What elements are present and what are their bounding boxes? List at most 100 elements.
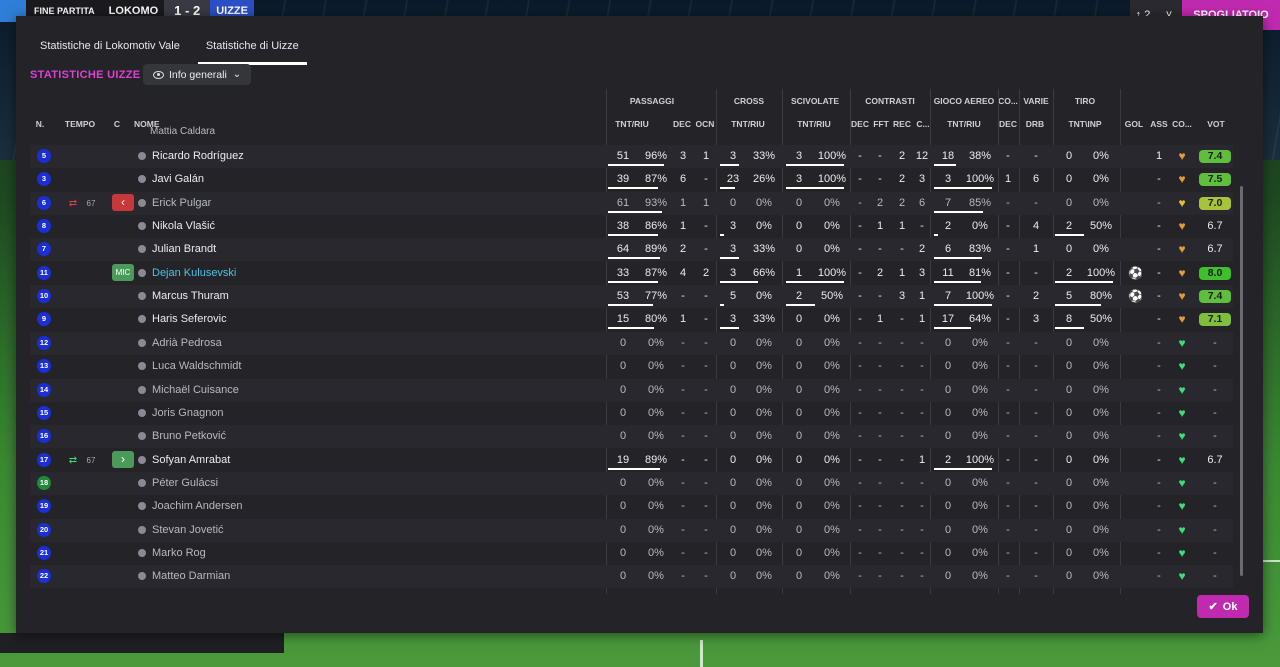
stat-ct: 0: [729, 523, 737, 536]
table-row[interactable]: 8 Nikola Vlašić 38 86% 1-3 0% 0 0% -1 1-2 0% -4 2 50%…: [30, 215, 1233, 238]
stat-cf: -: [878, 546, 882, 559]
player-name[interactable]: Javi Galán: [152, 168, 204, 191]
player-name[interactable]: Nikola Vlašić: [152, 215, 215, 238]
stat-cc: 1: [918, 290, 926, 303]
stat-ap: 0%: [972, 546, 988, 559]
column-header-ass[interactable]: ASS: [1149, 119, 1169, 129]
player-name[interactable]: Joris Gnagnon: [152, 402, 224, 425]
player-name[interactable]: Ricardo Rodríguez: [152, 145, 244, 168]
column-header-pass_dec[interactable]: DEC: [671, 119, 693, 129]
column-header-n[interactable]: N.: [30, 119, 50, 129]
success-bar: [934, 467, 992, 470]
stat-dr: -: [1034, 360, 1038, 373]
shirt-number: 21: [37, 545, 51, 560]
stat-pd: -: [681, 383, 685, 396]
column-header-con_dec[interactable]: DEC: [850, 119, 870, 129]
column-header-pass_ocn[interactable]: OCN: [694, 119, 716, 129]
stat-cf: -: [878, 150, 882, 162]
player-name[interactable]: Marko Rog: [152, 542, 206, 565]
player-name[interactable]: Stevan Jovetić: [152, 519, 224, 542]
stat-po: -: [704, 523, 708, 536]
stat-tt: 0: [1065, 150, 1073, 162]
stat-cf: -: [878, 383, 882, 396]
sub-in-icon[interactable]: ›: [112, 450, 134, 468]
player-name[interactable]: Adrià Pedrosa: [152, 332, 222, 355]
stat-dr: -: [1034, 430, 1038, 443]
stat-po: -: [704, 430, 708, 443]
group-header-5: CO...: [998, 96, 1018, 106]
success-bar: [786, 187, 844, 190]
table-scrollbar[interactable]: [1240, 186, 1243, 576]
table-row[interactable]: 5 Ricardo Rodríguez 51 96% 3 1 3 33% 3 100% - -2 12 1…: [30, 145, 1233, 168]
stat-tt: 0: [1065, 360, 1073, 373]
stat-po: 1: [702, 196, 710, 209]
team-tabs: Statistiche di Lokomotiv Vale Statistich…: [40, 38, 325, 65]
stat-pd: 6: [679, 173, 687, 186]
stat-tt: 0: [1065, 500, 1073, 513]
column-header-cross_tr[interactable]: TNT/RIU: [724, 119, 772, 129]
tab-uizze-stats[interactable]: Statistiche di Uizze: [197, 38, 307, 65]
stat-tp: 0%: [1093, 406, 1109, 419]
player-name[interactable]: Erick Pulgar: [152, 192, 211, 215]
table-row[interactable]: 9 Haris Seferovic 15 80% 1-3 33% 0 0% -1-1 17 64% -…: [30, 308, 1233, 331]
table-row[interactable]: 16 Bruno Petković 0 0% - - 0 0% 0 0% - - - - 0 0% - - 0 0% -…: [30, 425, 1233, 449]
player-name[interactable]: Bruno Petković: [152, 425, 226, 448]
sub-out-icon[interactable]: ‹: [112, 193, 134, 211]
column-header-sciv_tr[interactable]: TNT/RIU: [790, 119, 838, 129]
table-row[interactable]: 11 MIC Dejan Kulusevski 33 87% 4 2 3 66% 1 100% -2 1…: [30, 262, 1233, 285]
table-row[interactable]: 19 Joachim Andersen 0 0% - - 0 0% 0 0% - - - - 0 0% - - 0 0…: [30, 495, 1233, 518]
view-dropdown[interactable]: Info generali ⌄: [143, 64, 251, 85]
column-header-cond[interactable]: CO...: [1170, 119, 1194, 129]
stat-sp: 0%: [824, 220, 840, 233]
player-name[interactable]: Dejan Kulusevski: [152, 262, 236, 285]
column-header-c[interactable]: C: [110, 119, 124, 129]
table-row[interactable]: 3 Javi Galán 39 87% 6-23 26% 3 100% - -2 3 3 100% 1 6 0…: [30, 168, 1233, 191]
player-name[interactable]: Sofyan Amrabat: [152, 449, 230, 472]
stat-cd: -: [858, 476, 862, 489]
player-name[interactable]: Joachim Andersen: [152, 495, 243, 518]
table-row[interactable]: 17 ⇄ 67 › Sofyan Amrabat 19 89% - -0 0% 0 0% - - -1 2 10…: [30, 449, 1233, 472]
player-name[interactable]: Matteo Darmian: [152, 565, 230, 588]
player-name[interactable]: Luca Waldschmidt: [152, 355, 241, 378]
stat-po: -: [704, 546, 708, 559]
table-row[interactable]: 22 Matteo Darmian 0 0% - - 0 0% 0 0% - - - - 0 0% - - 0 0% -…: [30, 565, 1233, 589]
group-header-7: TIRO: [1074, 96, 1096, 106]
stat-pp: 0%: [648, 523, 664, 536]
player-name[interactable]: Julian Brandt: [152, 238, 216, 261]
stat-cp: 33%: [752, 243, 776, 256]
table-row[interactable]: 14 Michaël Cuisance 0 0% - - 0 0% 0 0% - - - - 0 0% - - 0 0…: [30, 378, 1233, 402]
player-name[interactable]: Péter Gulácsi: [152, 472, 218, 495]
table-row[interactable]: 13 Luca Waldschmidt 0 0% - - 0 0% 0 0% - - - - 0 0% - - 0 0…: [30, 355, 1233, 378]
column-header-pass_tr[interactable]: TNT/RIU: [608, 119, 656, 129]
player-name[interactable]: Marcus Thuram: [152, 285, 229, 308]
stat-od: -: [1006, 266, 1010, 279]
column-header-tempo[interactable]: TEMPO: [62, 119, 98, 129]
sub-minute: 67: [86, 198, 96, 208]
column-header-con_fft[interactable]: FFT: [870, 119, 892, 129]
tab-lokomotiv-stats[interactable]: Statistiche di Lokomotiv Vale: [40, 38, 188, 65]
table-row[interactable]: 7 Julian Brandt 64 89% 2-3 33% 0 0% - - -2 6 83% -1 0 0…: [30, 238, 1233, 262]
stat-cf: 1: [876, 313, 884, 326]
player-name[interactable]: Haris Seferovic: [152, 308, 227, 331]
column-header-con_c[interactable]: C...: [913, 119, 933, 129]
stat-dr: -: [1034, 500, 1038, 513]
column-header-vot[interactable]: VOT: [1200, 119, 1232, 129]
player-name[interactable]: Michaël Cuisance: [152, 379, 239, 402]
column-header-con_rec[interactable]: REC: [892, 119, 912, 129]
table-row[interactable]: 21 Marko Rog 0 0% - - 0 0% 0 0% - - - - 0 0% - - 0 0% - ♥ -: [30, 542, 1233, 565]
stat-cc: 12: [915, 150, 929, 162]
column-header-gol[interactable]: GOL: [1124, 119, 1144, 129]
column-header-aereo_tr[interactable]: TNT/RIU: [938, 119, 990, 129]
column-header-co_dec[interactable]: DEC: [998, 119, 1018, 129]
column-header-tiro_ti[interactable]: TNT\INP: [1059, 119, 1111, 129]
table-row[interactable]: 12 Adrià Pedrosa 0 0% - - 0 0% 0 0% - - - - 0 0% - - 0 0% - ♥…: [30, 331, 1233, 355]
table-row[interactable]: 15 Joris Gnagnon 0 0% - - 0 0% 0 0% - - - - 0 0% - - 0 0% - ♥…: [30, 402, 1233, 425]
table-row[interactable]: 6 ⇄ 67 ‹ Erick Pulgar 61 93% 1 1 0 0% 0 0% -2 2 6 7 85% - -…: [30, 191, 1233, 215]
ok-button[interactable]: ✔ Ok: [1197, 595, 1249, 618]
stat-pd: 1: [679, 196, 687, 209]
table-row[interactable]: 20 Stevan Jovetić 0 0% - - 0 0% 0 0% - - - - 0 0% - - 0 0% -…: [30, 518, 1233, 542]
column-header-varie_drb[interactable]: DRB: [1019, 119, 1051, 129]
table-row[interactable]: 18 Péter Gulácsi 0 0% - - 0 0% 0 0% - - - - 0 0% - - 0 0% - ♥…: [30, 471, 1233, 495]
table-row[interactable]: 10 Marcus Thuram 53 77% - -5 0% 2 50% - -3 1 7 100% -2…: [30, 285, 1233, 309]
stat-ass: -: [1157, 173, 1161, 186]
